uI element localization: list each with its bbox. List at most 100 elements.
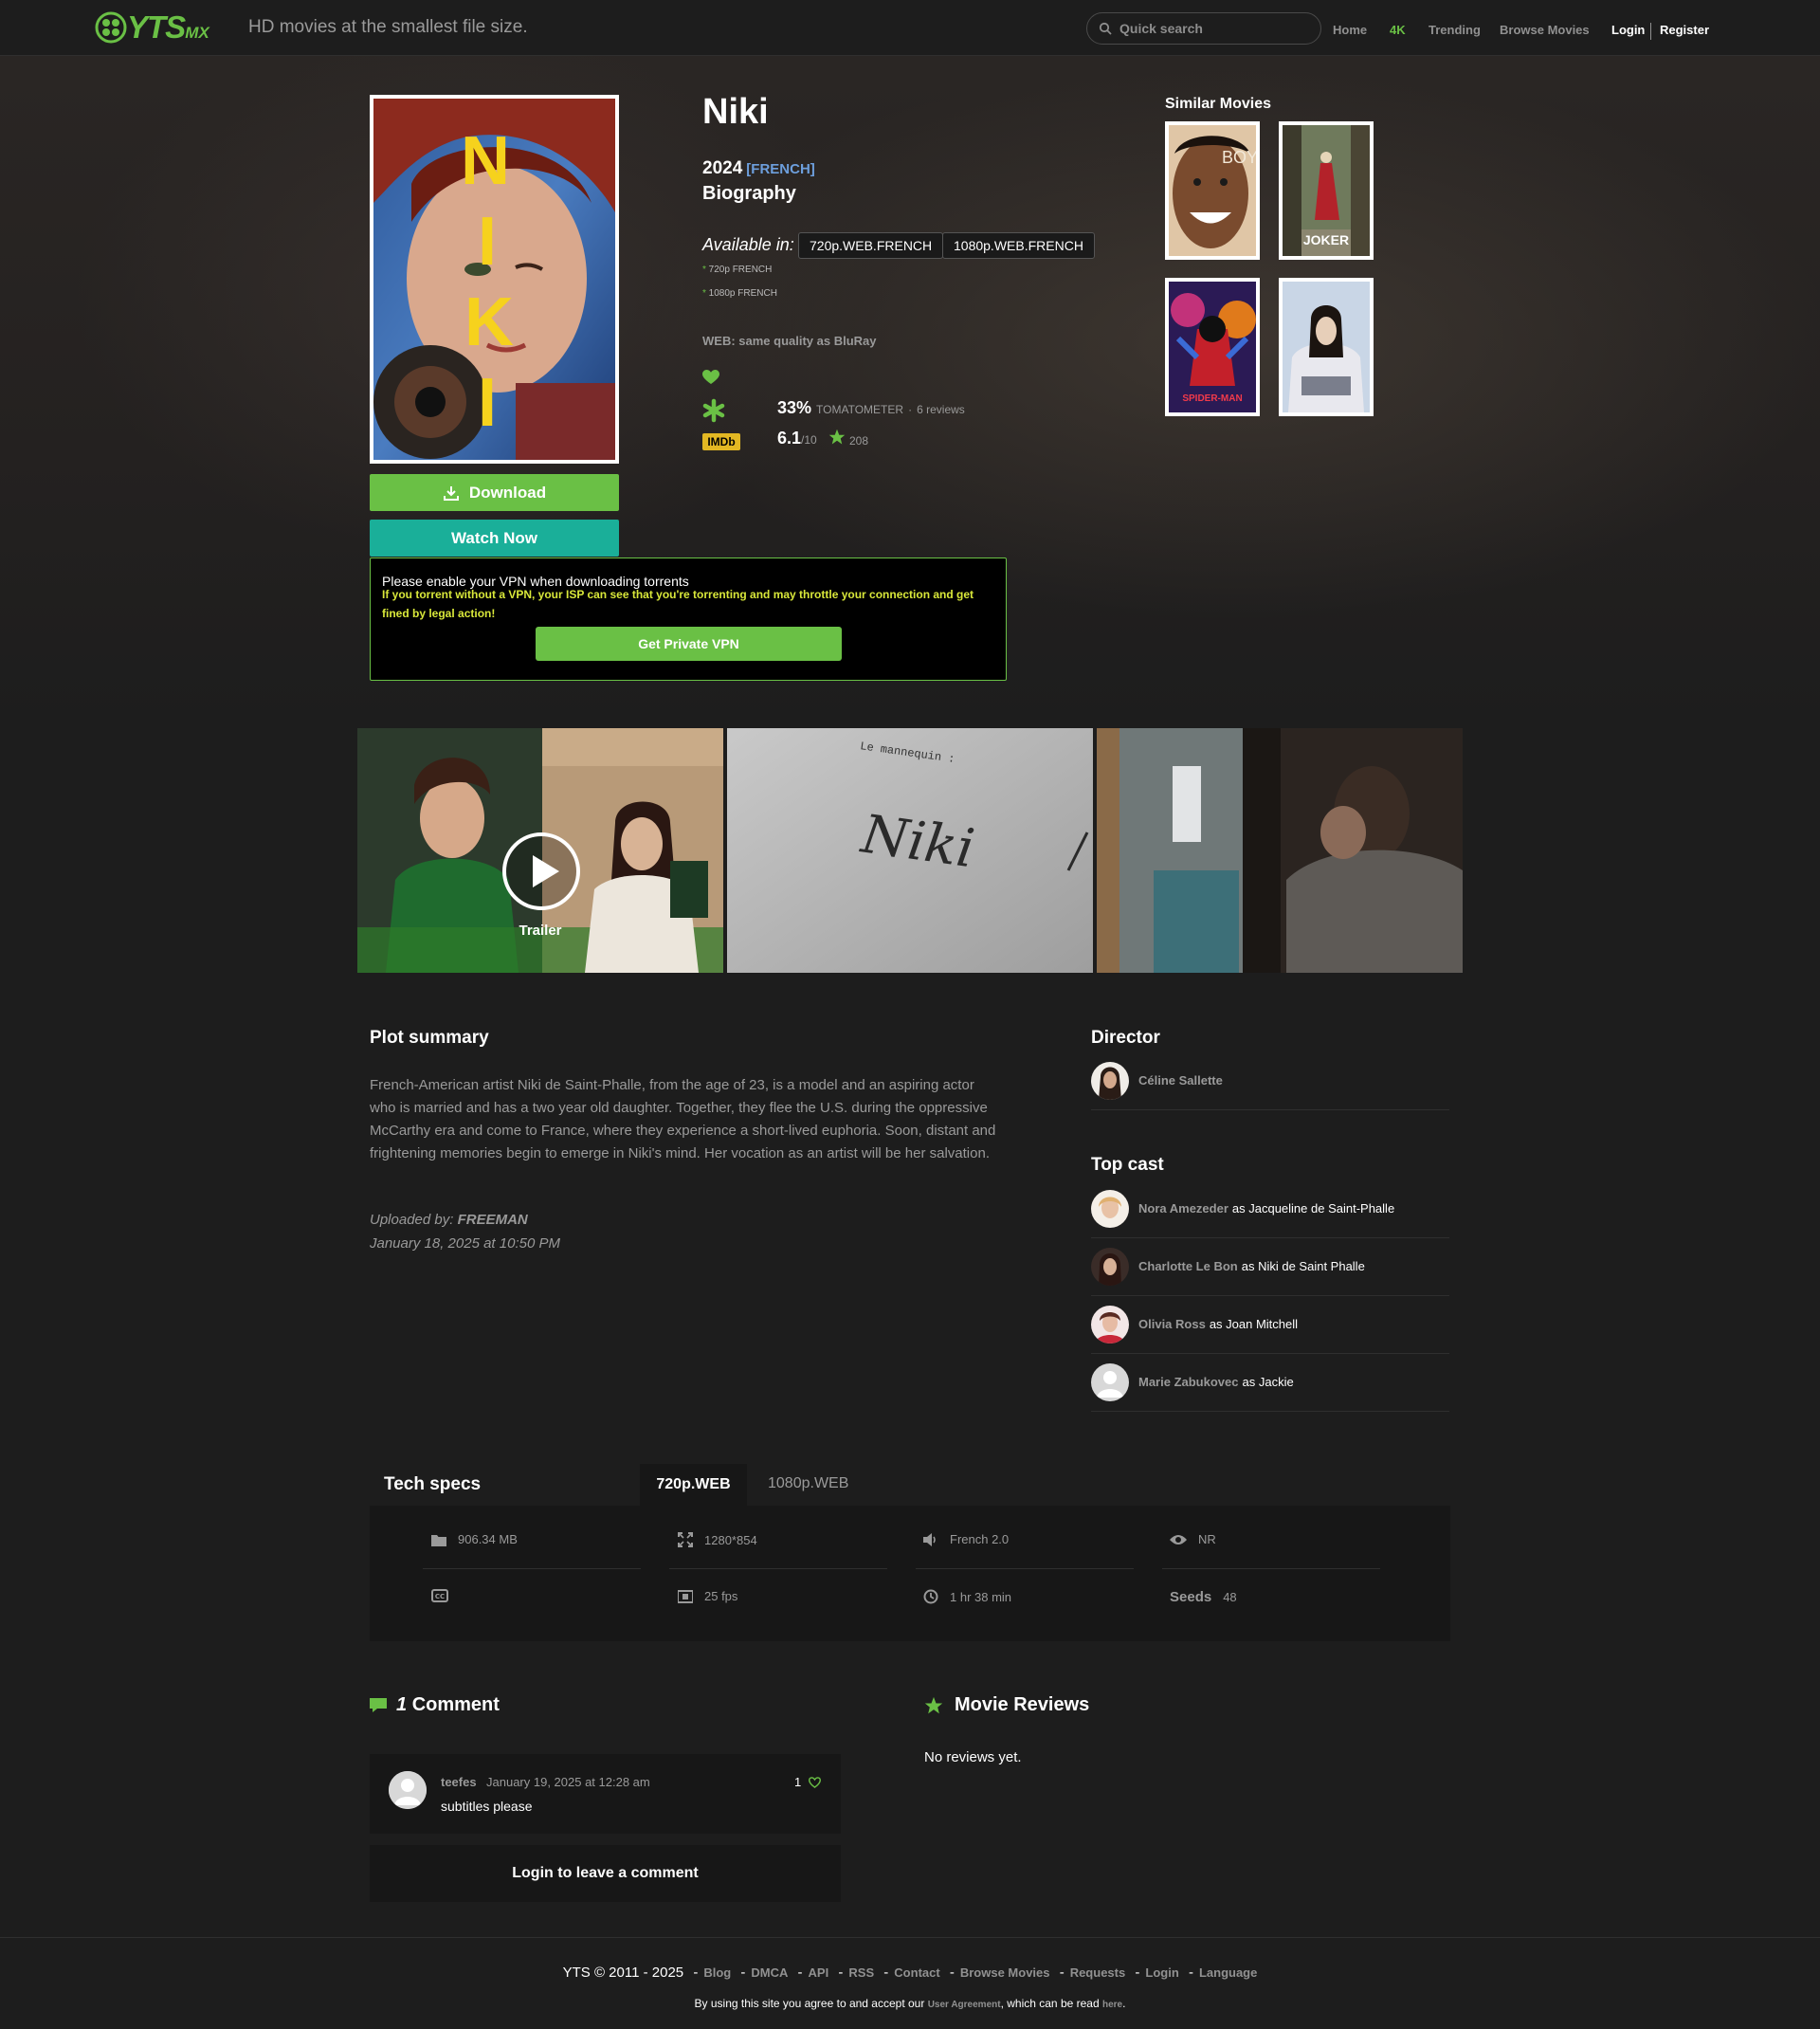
director-name[interactable]: Céline Sallette bbox=[1138, 1073, 1223, 1088]
tomatometer-score: 33% TOMATOMETER · 6 reviews bbox=[777, 398, 965, 418]
movie-year-line: 2024 [FRENCH] bbox=[702, 158, 815, 179]
avatar bbox=[1091, 1306, 1129, 1344]
cast-actor-name[interactable]: Nora Amezeder bbox=[1138, 1201, 1228, 1216]
nav-separator bbox=[1650, 23, 1651, 40]
poster-letter-i1: I bbox=[478, 204, 497, 280]
cast-name: Nora Amezeder as Jacqueline de Saint-Phal… bbox=[1138, 1201, 1394, 1216]
comment-like-count: 1 bbox=[794, 1775, 802, 1789]
comment-like-button[interactable]: 1 bbox=[794, 1775, 822, 1789]
footer-link-contact[interactable]: Contact bbox=[894, 1965, 939, 1980]
similar-movie-boy[interactable]: BOY bbox=[1165, 121, 1260, 260]
cast-item[interactable]: Olivia Ross as Joan Mitchell bbox=[1091, 1296, 1449, 1354]
top-cast-heading: Top cast bbox=[1091, 1155, 1164, 1175]
site-header: YTS MX HD movies at the smallest file si… bbox=[0, 0, 1820, 56]
quick-search-input[interactable]: Quick search bbox=[1086, 12, 1321, 45]
svg-text:CC: CC bbox=[435, 1593, 445, 1600]
cast-item[interactable]: Nora Amezeder as Jacqueline de Saint-Phal… bbox=[1091, 1180, 1449, 1238]
download-label: Download bbox=[468, 483, 547, 502]
expand-icon bbox=[678, 1532, 693, 1547]
volume-icon bbox=[923, 1532, 936, 1546]
folder-icon bbox=[431, 1534, 446, 1546]
footer-link-blog[interactable]: Blog bbox=[703, 1965, 731, 1980]
comment-username[interactable]: teefes bbox=[441, 1775, 477, 1789]
nav-register[interactable]: Register bbox=[1660, 23, 1709, 37]
uploaded-by-label: Uploaded by: bbox=[370, 1212, 454, 1228]
cast-actor-name[interactable]: Marie Zabukovec bbox=[1138, 1375, 1239, 1389]
logo-suffix: MX bbox=[185, 24, 209, 42]
nav-trending[interactable]: Trending bbox=[1429, 23, 1481, 37]
cast-actor-name[interactable]: Charlotte Le Bon bbox=[1138, 1259, 1238, 1273]
footer-link-browse-movies[interactable]: Browse Movies bbox=[960, 1965, 1050, 1980]
poster-letter-i2: I bbox=[478, 365, 497, 441]
footer-link-login[interactable]: Login bbox=[1145, 1965, 1178, 1980]
imdb-out-of: /10 bbox=[801, 433, 817, 447]
cast-item[interactable]: Charlotte Le Bon as Niki de Saint Phalle bbox=[1091, 1238, 1449, 1296]
like-heart-icon[interactable] bbox=[702, 370, 719, 385]
similar-poster-poor-things-art bbox=[1283, 282, 1370, 412]
screenshot-3-art bbox=[1097, 728, 1463, 973]
cast-name: Charlotte Le Bon as Niki de Saint Phalle bbox=[1138, 1259, 1365, 1273]
star-icon bbox=[924, 1696, 943, 1713]
site-footer: YTS © 2011 - 2025 - Blog - DMCA - API - RSS … bbox=[562, 1965, 1258, 1981]
spec-rating-value: NR bbox=[1198, 1532, 1216, 1546]
quality-note-720p-text: 720p FRENCH bbox=[708, 265, 773, 275]
movie-language: [FRENCH] bbox=[746, 161, 815, 177]
footer-here-link[interactable]: here bbox=[1102, 2000, 1122, 2010]
similar-movie-poor-things[interactable] bbox=[1279, 278, 1374, 416]
spec-seeds-value: 48 bbox=[1223, 1590, 1237, 1604]
similar-movie-spiderman[interactable]: SPIDER-MAN bbox=[1165, 278, 1260, 416]
cast-role: as Jacqueline de Saint-Phalle bbox=[1231, 1201, 1395, 1216]
footer-link-dmca[interactable]: DMCA bbox=[751, 1965, 788, 1980]
nav-home[interactable]: Home bbox=[1333, 23, 1367, 37]
footer-copyright: YTS © 2011 - 2025 bbox=[562, 1965, 684, 1981]
comments-heading: 1 Comment bbox=[370, 1694, 500, 1716]
director-item[interactable]: Céline Sallette bbox=[1091, 1052, 1449, 1110]
imdb-score: 6.1/10 bbox=[777, 429, 817, 448]
get-vpn-button[interactable]: Get Private VPN bbox=[536, 627, 842, 661]
quality-720p-button[interactable]: 720p.WEB.FRENCH bbox=[798, 232, 944, 259]
heart-outline-icon bbox=[809, 1776, 822, 1788]
spec-divider bbox=[1162, 1568, 1380, 1569]
watch-now-button[interactable]: Watch Now bbox=[370, 520, 619, 557]
poster-art: N I K I bbox=[373, 99, 615, 460]
comments-count: 1 bbox=[396, 1694, 408, 1715]
screenshot-3[interactable] bbox=[1097, 728, 1463, 973]
site-logo[interactable]: YTS MX bbox=[95, 8, 209, 47]
screenshot-2[interactable]: Le mannequin : Niki bbox=[727, 728, 1093, 973]
download-icon bbox=[443, 485, 459, 501]
user-agreement-link[interactable]: User Agreement bbox=[928, 2000, 1001, 2010]
imdb-votes: 208 bbox=[849, 434, 869, 448]
download-button[interactable]: Download bbox=[370, 474, 619, 511]
cast-actor-name[interactable]: Olivia Ross bbox=[1138, 1317, 1206, 1331]
movie-reviews-label: Movie Reviews bbox=[955, 1694, 1090, 1715]
footer-link-rss[interactable]: RSS bbox=[848, 1965, 874, 1980]
similar-poster-joker-text: JOKER bbox=[1303, 232, 1349, 247]
imdb-star-icon bbox=[828, 429, 846, 445]
footer-note: By using this site you agree to and acce… bbox=[694, 1997, 1126, 2010]
tomatometer-value: 33% bbox=[777, 398, 812, 417]
vpn-warning: If you torrent without a VPN, your ISP c… bbox=[382, 588, 974, 620]
footer-link-language[interactable]: Language bbox=[1199, 1965, 1257, 1980]
tab-1080p-web[interactable]: 1080p.WEB bbox=[768, 1475, 848, 1492]
similar-poster-spiderman-text: SPIDER-MAN bbox=[1182, 393, 1242, 404]
tab-720p-web[interactable]: 720p.WEB bbox=[640, 1464, 747, 1506]
spec-file-size-value: 906.34 MB bbox=[458, 1532, 518, 1546]
tech-specs-panel: 906.34 MB 1280*854 French 2.0 NR CC 25 f… bbox=[370, 1506, 1450, 1641]
nav-login[interactable]: Login bbox=[1611, 23, 1645, 37]
similar-movie-joker[interactable]: JOKER bbox=[1279, 121, 1374, 260]
nav-browse-movies[interactable]: Browse Movies bbox=[1500, 23, 1590, 37]
trailer-thumbnail[interactable]: Trailer bbox=[357, 728, 723, 973]
spec-subtitles[interactable]: CC bbox=[431, 1589, 460, 1602]
footer-link-api[interactable]: API bbox=[809, 1965, 829, 1980]
clock-icon bbox=[923, 1589, 938, 1604]
play-icon[interactable] bbox=[502, 832, 580, 910]
quality-1080p-button[interactable]: 1080p.WEB.FRENCH bbox=[942, 232, 1095, 259]
trailer-label: Trailer bbox=[519, 923, 562, 939]
login-to-comment-button[interactable]: Login to leave a comment bbox=[370, 1845, 841, 1902]
nav-4k[interactable]: 4K bbox=[1390, 23, 1406, 37]
footer-note-mid: , which can be read bbox=[1000, 1997, 1100, 2010]
footer-link-requests[interactable]: Requests bbox=[1070, 1965, 1126, 1980]
similar-movies-heading: Similar Movies bbox=[1165, 96, 1272, 112]
cast-item[interactable]: Marie Zabukovec as Jackie bbox=[1091, 1354, 1449, 1412]
spec-seeds: Seeds 48 bbox=[1170, 1589, 1237, 1605]
